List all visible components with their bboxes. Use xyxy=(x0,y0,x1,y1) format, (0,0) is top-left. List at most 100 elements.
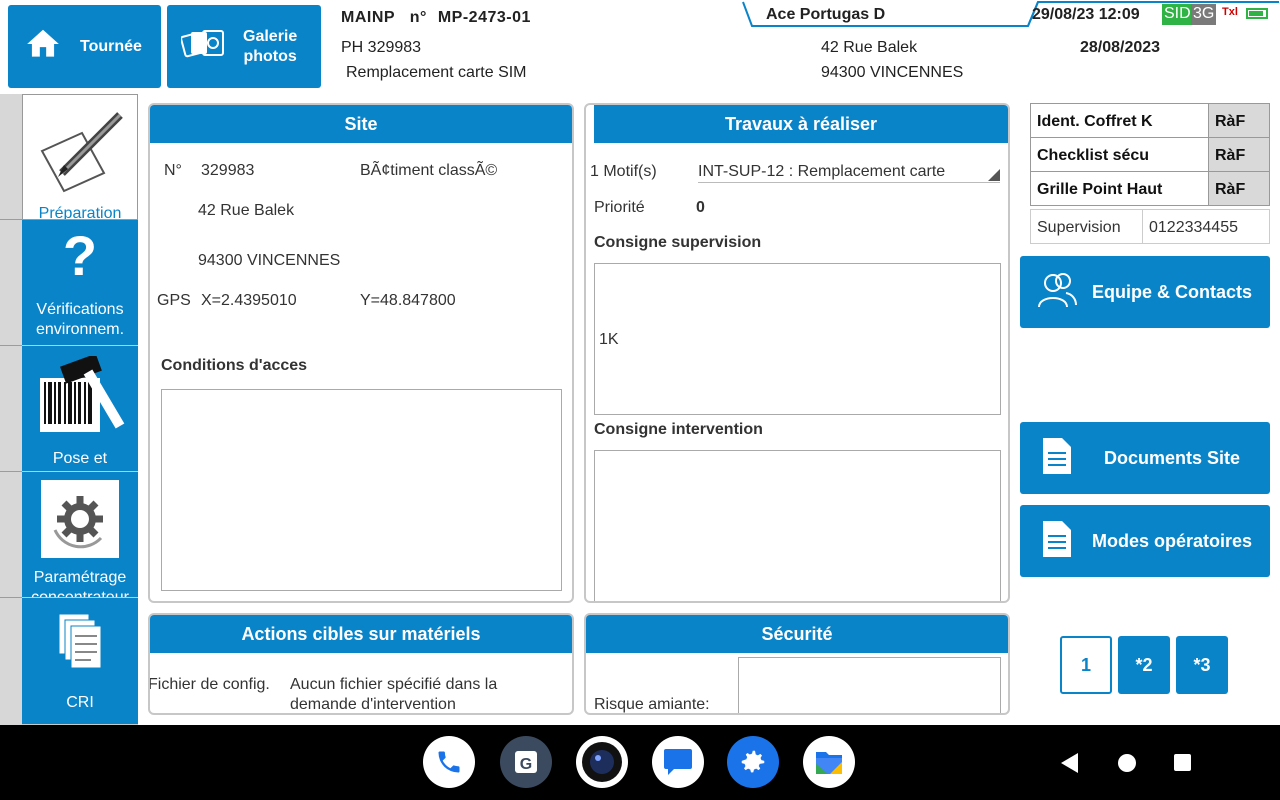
motif-select[interactable]: INT-SUP-12 : Remplacement carte xyxy=(698,161,1000,183)
checks-table: Ident. Coffret K RàF Checklist sécu RàF … xyxy=(1030,103,1270,246)
securite-panel-title: Sécurité xyxy=(586,615,1008,653)
sidebar-item-verifications[interactable]: ? Vérifications environnem. xyxy=(22,220,138,346)
files-icon[interactable] xyxy=(803,736,855,788)
site-panel-title: Site xyxy=(150,105,572,143)
operator-name: Ace Portugas D xyxy=(766,6,886,23)
carrier-icon: Txl xyxy=(1222,6,1238,18)
sidebar-separator xyxy=(0,597,22,598)
system-nav-bar: G xyxy=(0,725,1280,800)
galerie-photos-button[interactable]: Galerie photos xyxy=(167,5,321,88)
modes-operatoires-button[interactable]: Modes opératoires xyxy=(1020,505,1270,577)
site-num-label: N° xyxy=(164,162,182,179)
equipe-label: Equipe & Contacts xyxy=(1092,281,1253,302)
supervision-value: 0122334455 xyxy=(1142,209,1270,244)
amiante-label: Risque amiante: xyxy=(594,696,710,713)
site-batiment: BÃ¢timent classÃ© xyxy=(360,162,498,179)
galerie-label-line1: Galerie xyxy=(243,27,298,45)
sid-badge: SID xyxy=(1162,4,1193,25)
site-num: 329983 xyxy=(201,162,255,179)
documents-label: Documents Site xyxy=(1104,447,1241,468)
messages-icon[interactable] xyxy=(652,736,704,788)
tournee-button[interactable]: Tournée xyxy=(8,5,161,88)
sidebar-item-preparation[interactable]: Préparation xyxy=(22,94,138,220)
gear-icon xyxy=(41,480,119,558)
actions-panel: Actions cibles sur matériels Fichier de … xyxy=(148,613,574,715)
network-badge: 3G xyxy=(1191,4,1217,25)
subject-text: Remplacement carte SIM xyxy=(346,64,527,81)
camera-icon[interactable] xyxy=(576,736,628,788)
document-icon xyxy=(1042,520,1072,563)
photos-icon xyxy=(180,27,225,66)
mainp-text: MAINP xyxy=(341,9,395,26)
sidebar-gutter xyxy=(0,94,22,725)
mp-number: MP-2473-01 xyxy=(437,9,531,26)
datetime: 29/08/23 12:09 xyxy=(1032,6,1140,23)
galerie-label-line2: photos xyxy=(243,47,297,65)
header-date2: 28/08/2023 xyxy=(1080,39,1161,56)
securite-panel: Sécurité Risque amiante: xyxy=(584,613,1010,715)
sidebar-item-cri[interactable]: CRI xyxy=(22,598,138,725)
conditions-field[interactable] xyxy=(161,389,562,591)
consigne-int-label: Consigne intervention xyxy=(594,421,763,438)
consigne-sup-field[interactable]: 1K xyxy=(594,263,1001,415)
sidebar-separator xyxy=(0,471,22,472)
site-gps-y: Y=48.847800 xyxy=(360,292,456,309)
sidebar-item-label: Vérifications environnem. xyxy=(35,301,125,338)
consigne-int-field[interactable] xyxy=(594,450,1001,601)
fichier-label: Fichier de config. xyxy=(148,676,270,693)
num-prefix: n° xyxy=(409,9,427,26)
site-street: 42 Rue Balek xyxy=(198,202,295,219)
sidebar-item-label: Pose et xyxy=(52,450,108,467)
actions-panel-title: Actions cibles sur matériels xyxy=(150,615,572,653)
site-gps-label: GPS xyxy=(157,292,191,309)
galerie-label: Galerie photos xyxy=(243,27,297,67)
sidebar-item-label: Paramétrage concentrateur xyxy=(31,569,129,598)
travaux-panel-title: Travaux à réaliser xyxy=(594,105,1008,143)
page-button-1[interactable]: 1 xyxy=(1060,636,1112,694)
fichier-value-line1: Aucun fichier spécifié dans la xyxy=(290,676,498,693)
home-icon xyxy=(24,25,62,68)
priorite-label: Priorité xyxy=(594,199,645,216)
amiante-field[interactable] xyxy=(738,657,1001,713)
conditions-label: Conditions d'acces xyxy=(161,357,308,374)
phone-icon[interactable] xyxy=(423,736,475,788)
supervision-label: Supervision xyxy=(1030,209,1143,244)
home-nav-icon[interactable] xyxy=(1118,754,1136,772)
modes-label: Modes opératoires xyxy=(1092,530,1253,551)
documents-site-button[interactable]: Documents Site xyxy=(1020,422,1270,494)
sidebar-separator xyxy=(0,345,22,346)
travaux-panel: Travaux à réaliser 1 Motif(s) INT-SUP-12… xyxy=(584,103,1010,603)
tournee-label: Tournée xyxy=(80,37,142,55)
page-button-3[interactable]: *3 xyxy=(1176,636,1228,694)
document-icon xyxy=(1042,437,1072,480)
sidebar-item-parametrage[interactable]: Paramétrage concentrateur xyxy=(22,472,138,598)
page-button-2[interactable]: *2 xyxy=(1118,636,1170,694)
check-status-secu[interactable]: RàF xyxy=(1208,137,1270,172)
mainp-label: MAINP n° MP-2473-01 xyxy=(341,9,531,27)
sidebar-item-label: CRI xyxy=(66,694,94,711)
back-icon[interactable] xyxy=(1061,753,1078,773)
equipe-contacts-button[interactable]: Equipe & Contacts xyxy=(1020,256,1270,328)
barcode-hammer-icon xyxy=(32,353,128,440)
status-strip: Ace Portugas D 29/08/23 12:09 SID 3G Txl xyxy=(742,0,1280,28)
check-status-grille[interactable]: RàF xyxy=(1208,171,1270,206)
ph-text: PH 329983 xyxy=(341,39,422,56)
consigne-sup-value: 1K xyxy=(599,331,619,348)
recents-icon[interactable] xyxy=(1174,754,1191,771)
settings-gear-icon[interactable] xyxy=(727,736,779,788)
motif-label: 1 Motif(s) xyxy=(590,163,657,180)
check-label-coffret: Ident. Coffret K xyxy=(1030,103,1209,138)
site-city: 94300 VINCENNES xyxy=(198,252,341,269)
sidebar-item-pose[interactable]: Pose et xyxy=(22,346,138,472)
header-street: 42 Rue Balek xyxy=(821,39,918,56)
motif-value: INT-SUP-12 : Remplacement carte xyxy=(698,163,946,180)
check-label-grille: Grille Point Haut xyxy=(1030,171,1209,206)
mobk-app-icon[interactable]: G xyxy=(500,736,552,788)
people-icon xyxy=(1036,271,1078,314)
header-city: 94300 VINCENNES xyxy=(821,64,964,81)
check-status-coffret[interactable]: RàF xyxy=(1208,103,1270,138)
question-icon: ? xyxy=(62,224,98,287)
consigne-sup-label: Consigne supervision xyxy=(594,234,762,251)
pen-document-icon xyxy=(32,103,128,199)
svg-text:G: G xyxy=(520,756,532,773)
